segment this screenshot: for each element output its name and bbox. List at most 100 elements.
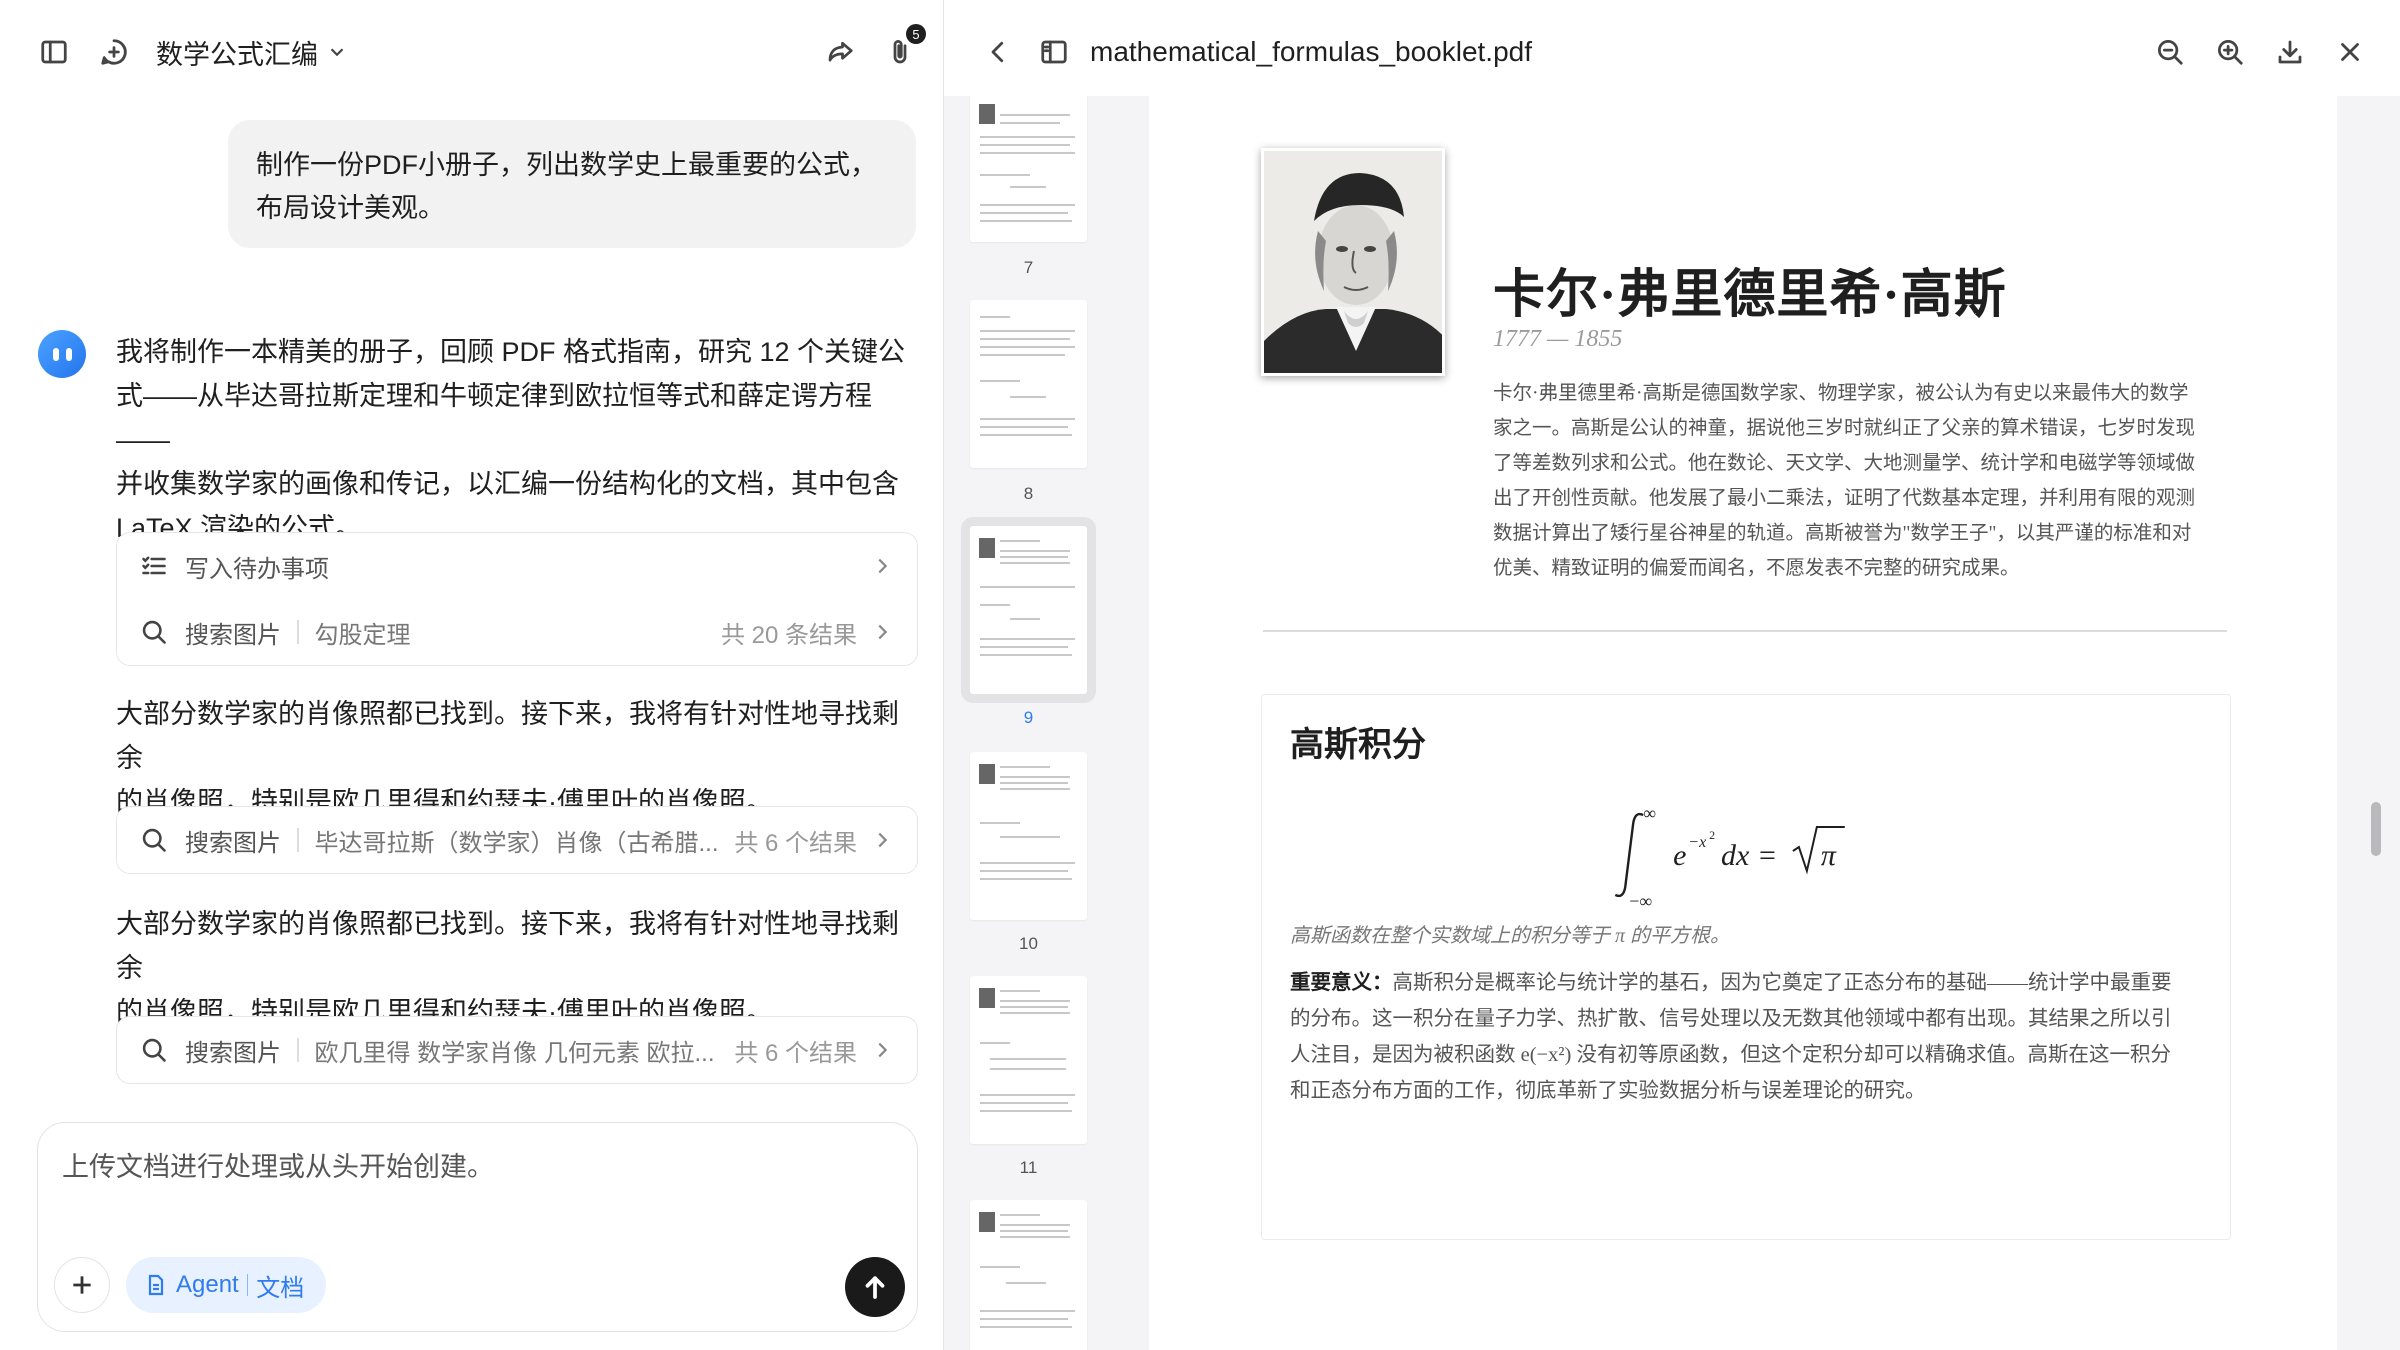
agent-mode-chip[interactable]: Agent 文档 [126, 1257, 327, 1313]
todo-label: 写入待办事项 [185, 555, 329, 583]
agent-label: Agent [176, 1271, 239, 1298]
page-thumbnail[interactable] [970, 976, 1087, 1144]
assistant-message-line: 式——从毕达哥拉斯定理和牛顿定律到欧拉恒等式和薛定谔方程—— [116, 381, 872, 455]
tool-card: 搜索图片 毕达哥拉斯（数学家）肖像（古希腊... 共 6 个结果 [116, 806, 918, 874]
zoom-out-icon[interactable] [2148, 30, 2192, 74]
biography-line: 了等差数列求和公式。他在数论、天文学、大地测量学、统计学和电磁学等领域做 [1493, 453, 2196, 474]
svg-text:−∞: −∞ [1629, 891, 1652, 911]
biography-line: 数据计算出了矮行星谷神星的轨道。高斯被誉为"数学王子"，以其严谨的标准和对 [1493, 523, 2192, 544]
chat-title[interactable]: 数学公式汇编 [156, 32, 348, 72]
attachments-button[interactable]: 5 [878, 24, 926, 74]
thumbnail-toggle-icon[interactable] [1032, 30, 1076, 74]
svg-text:2: 2 [1709, 828, 1715, 842]
image-search-row[interactable]: 搜索图片 毕达哥拉斯（数学家）肖像（古希腊... 共 6 个结果 [117, 807, 917, 873]
message-input[interactable] [62, 1145, 882, 1189]
svg-text:x: x [1698, 834, 1706, 851]
viewer-header: mathematical_formulas_booklet.pdf [944, 0, 2400, 96]
tool-card: 搜索图片 欧几里得 数学家肖像 几何元素 欧拉... 共 6 个结果 [116, 1016, 918, 1084]
plus-icon [73, 1276, 91, 1294]
formula-title: 高斯积分 [1290, 727, 1426, 764]
biography: 卡尔·弗里德里希·高斯是德国数学家、物理学家，被公认为有史以来最伟大的数学 家之… [1493, 376, 2223, 586]
close-icon[interactable] [2328, 30, 2372, 74]
mathematician-name: 卡尔·弗里德里希·高斯 [1493, 267, 2007, 324]
svg-text:∞: ∞ [1643, 803, 1656, 823]
zoom-in-icon[interactable] [2208, 30, 2252, 74]
page-thumbnail[interactable] [970, 96, 1087, 242]
assistant-message: 我将制作一本精美的册子，回顾 PDF 格式指南，研究 12 个关键公 式——从毕… [116, 330, 922, 550]
biography-line: 优美、精致证明的偏爱而闻名，不愿发表不完整的研究成果。 [1493, 558, 2020, 579]
search-icon [139, 617, 169, 647]
page-thumbnail-active[interactable] [961, 517, 1096, 703]
chevron-right-icon [871, 621, 893, 643]
search-label: 搜索图片 [185, 1039, 281, 1067]
search-icon [139, 1035, 169, 1065]
assistant-message-line: 大部分数学家的肖像照都已找到。接下来，我将有针对性地寻找剩余 [116, 699, 899, 773]
thumbnail-strip: 7 8 9 10 11 [944, 96, 1149, 1350]
page-number: 7 [1023, 258, 1034, 277]
svg-text:π: π [1821, 839, 1837, 872]
pdf-page: 卡尔·弗里德里希·高斯 1777 — 1855 卡尔·弗里德里希·高斯是德国数学… [1149, 96, 2337, 1350]
search-query: 欧几里得 数学家肖像 几何元素 欧拉... [314, 1039, 715, 1067]
formula-significance: 重要意义：高斯积分是概率论与统计学的基石，因为它奠定了正态分布的基础——统计学中… [1290, 965, 2204, 1109]
send-button[interactable] [845, 1257, 905, 1317]
assistant-message-line: 并收集数学家的画像和传记，以汇编一份结构化的文档，其中包含 [116, 469, 899, 499]
gauss-portrait [1261, 148, 1445, 376]
page-number-active: 9 [1023, 708, 1034, 727]
significance-line: 和正态分布方面的工作，彻底革新了实验数据分析与误差理论的研究。 [1290, 1080, 1926, 1102]
svg-text:−: − [1689, 834, 1698, 851]
sidebar-toggle-icon[interactable] [32, 30, 76, 74]
mode-label: 文档 [256, 1274, 305, 1302]
gaussian-integral-formula: ∞ −∞ e − x 2 dx = π [1614, 803, 1845, 911]
arrow-up-icon [865, 1276, 885, 1299]
chat-panel: 数学公式汇编 5 制作一份PDF小册子，列出数学史上最重要的公式， 布局设计美观… [0, 0, 943, 1350]
page-thumbnail[interactable] [970, 752, 1087, 920]
page-thumbnail[interactable] [970, 300, 1087, 468]
pdf-viewer: mathematical_formulas_booklet.pdf 7 8 9 … [943, 0, 2400, 1350]
biography-line: 卡尔·弗里德里希·高斯是德国数学家、物理学家，被公认为有史以来最伟大的数学 [1493, 383, 2189, 404]
svg-text:e: e [1673, 839, 1686, 872]
user-message-line: 布局设计美观。 [256, 193, 445, 223]
attachment-count-badge: 5 [906, 24, 926, 44]
formula-caption: 高斯函数在整个实数域上的积分等于 π 的平方根。 [1290, 925, 1731, 947]
add-attachment-button[interactable] [54, 1257, 110, 1313]
assistant-message-line: 大部分数学家的肖像照都已找到。接下来，我将有针对性地寻找剩余 [116, 909, 899, 983]
todo-tool-row[interactable]: 写入待办事项 [117, 533, 917, 599]
image-search-row[interactable]: 搜索图片 欧几里得 数学家肖像 几何元素 欧拉... 共 6 个结果 [117, 1017, 917, 1083]
svg-text:=: = [1759, 839, 1776, 872]
page-number: 11 [1019, 1158, 1038, 1177]
file-name: mathematical_formulas_booklet.pdf [1090, 36, 1533, 67]
biography-line: 家之一。高斯是公认的神童，据说他三岁时就纠正了父亲的算术错误，七岁时发现 [1493, 418, 2196, 439]
page-number: 8 [1023, 484, 1034, 503]
scrollbar-thumb[interactable] [2371, 802, 2381, 856]
significance-line: 人注目，是因为被积函数 e(−x²) 没有初等原函数，但这个定积分却可以精确求值… [1290, 1044, 2171, 1066]
back-button[interactable] [976, 30, 1020, 74]
chevron-right-icon [871, 1039, 893, 1061]
page-thumbnail[interactable] [970, 1200, 1087, 1350]
share-icon[interactable] [818, 30, 862, 74]
chevron-right-icon [871, 555, 893, 577]
page-area: 卡尔·弗里德里希·高斯 1777 — 1855 卡尔·弗里德里希·高斯是德国数学… [1149, 96, 2400, 1350]
result-count: 共 20 条结果 [720, 621, 857, 649]
significance-line: 的分布。这一积分在量子力学、热扩散、信号处理以及无数其他领域中都有出现。其结果之… [1290, 1008, 2172, 1030]
assistant-avatar [38, 330, 86, 378]
chat-title-text: 数学公式汇编 [156, 39, 318, 70]
image-search-row[interactable]: 搜索图片 勾股定理 共 20 条结果 [117, 599, 917, 665]
new-chat-icon[interactable] [92, 30, 136, 74]
message-composer: Agent 文档 [37, 1122, 918, 1332]
search-label: 搜索图片 [185, 621, 281, 649]
download-icon[interactable] [2268, 30, 2312, 74]
tool-card: 写入待办事项 搜索图片 勾股定理 共 20 条结果 [116, 532, 918, 666]
user-message-line: 制作一份PDF小册子，列出数学史上最重要的公式， [256, 150, 877, 180]
formula-card: 高斯积分 ∞ −∞ e − x 2 dx = π 高斯函数在整个实数域上的积分等… [1261, 694, 2231, 1240]
search-label: 搜索图片 [185, 829, 281, 857]
search-query: 勾股定理 [314, 621, 411, 649]
assistant-message: 大部分数学家的肖像照都已找到。接下来，我将有针对性地寻找剩余 的肖像照，特别是欧… [116, 692, 922, 824]
search-icon [139, 825, 169, 855]
divider [1263, 630, 2227, 632]
chevron-down-icon [330, 48, 344, 57]
result-count: 共 6 个结果 [734, 829, 857, 857]
mathematician-years: 1777 — 1855 [1493, 326, 1623, 352]
document-icon [148, 1274, 164, 1296]
significance-line: 高斯积分是概率论与统计学的基石，因为它奠定了正态分布的基础——统计学中最重要 [1392, 972, 2172, 994]
result-count: 共 6 个结果 [734, 1039, 857, 1067]
